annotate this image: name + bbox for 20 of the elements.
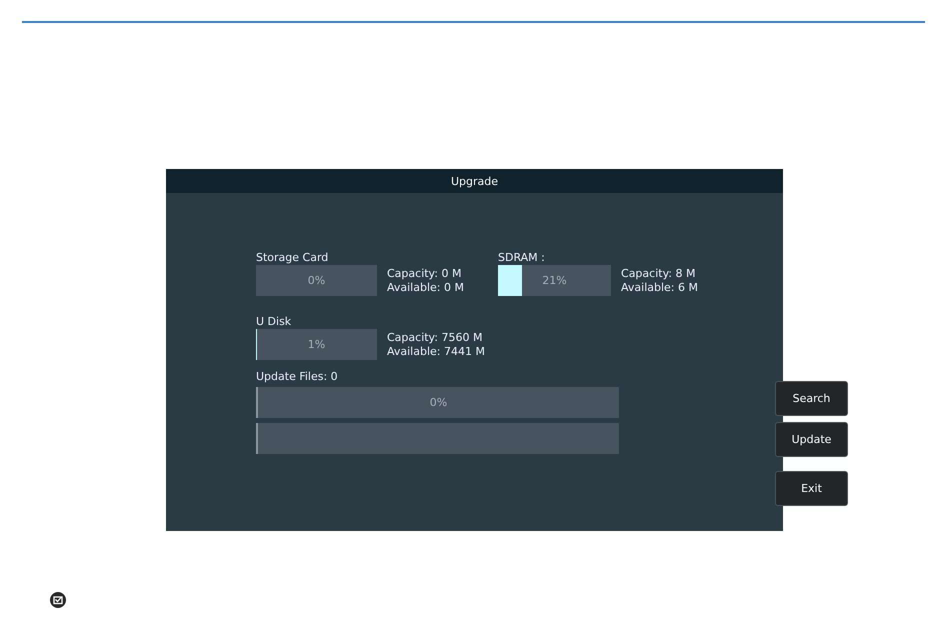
dialog-button[interactable]: Update [775,422,848,457]
dialog-button[interactable]: Exit [775,471,848,506]
usage-percent: 21% [542,274,567,287]
progress-percent: 0% [430,396,448,409]
available-text: Available: 0 M [387,280,464,294]
usage-percent: 0% [308,274,326,287]
capacity-text: Capacity: 0 M [387,266,462,280]
usage-percent: 1% [308,338,326,351]
capacity-text: Capacity: 8 M [621,266,696,280]
update-files-label: Update Files: 0 [256,370,339,383]
dialog-title: Upgrade [166,169,783,193]
device-label: SDRAM : [498,251,545,264]
usage-fill [498,265,522,296]
device-label: Storage Card [256,251,328,264]
available-text: Available: 6 M [621,280,698,294]
dialog-button[interactable]: Search [775,381,848,416]
mail-check-icon[interactable] [50,592,66,608]
capacity-text: Capacity: 7560 M [387,330,484,344]
device-label: U Disk [256,315,292,328]
available-text: Available: 7441 M [387,344,485,358]
